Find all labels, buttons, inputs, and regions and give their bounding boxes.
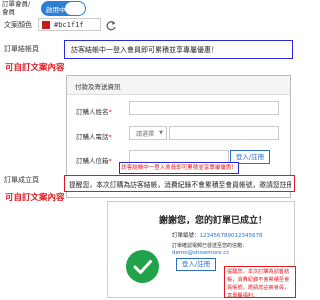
complete-login-register-button[interactable]: 登入/註冊 xyxy=(176,258,216,271)
toggle-knob xyxy=(65,2,85,15)
guest-checkout-notice: 提醒您，本次訂購為訪客結帳，消費紀錄不會累積至會員帳號，邀請您註冊會員，享專屬福… xyxy=(224,266,296,299)
order-checkout-text-field[interactable]: 訪客結帳中一登入會員即可累積並享專屬優惠！ xyxy=(64,40,293,59)
chevron-down-icon: ▼ xyxy=(159,130,163,136)
phone-input[interactable] xyxy=(169,126,279,140)
name-input[interactable] xyxy=(129,101,279,115)
phone-country-select[interactable]: 請選擇 ▼ xyxy=(129,126,167,140)
check-icon xyxy=(126,250,159,283)
email-field-label: 訂購人信箱* xyxy=(76,157,112,165)
customizable-note-1: 可自訂文案內容 xyxy=(5,63,65,73)
customizable-note-2: 可自訂文案內容 xyxy=(5,193,65,203)
text-color-label: 文案顏色 xyxy=(4,21,32,29)
panel-header: 付款及寄送資訊 xyxy=(67,76,290,95)
order-number-line: 訂單編號：123456789012345678 xyxy=(172,233,263,239)
phone-select-value: 請選擇 xyxy=(136,131,155,138)
name-field-label: 訂購人姓名* xyxy=(76,108,112,116)
member-login-label: 訂單會員/ 會員 xyxy=(2,0,31,16)
text-color-value: #bc1f1f xyxy=(54,21,84,29)
thank-you-heading: 謝謝您，您的訂單已成立！ xyxy=(159,216,268,226)
panel-title: 付款及寄送資訊 xyxy=(75,83,121,91)
phone-field-label: 訂購人電話* xyxy=(76,133,112,141)
enable-toggle[interactable]: 啟用中 xyxy=(41,1,86,16)
refresh-icon[interactable] xyxy=(105,17,117,31)
order-checkout-label: 訂單結帳頁 xyxy=(4,45,39,53)
order-complete-text-field[interactable]: 提醒您，本次訂購為訪客結帳，消費紀錄不會累積至會員帳號，邀請您註冊會 xyxy=(64,175,295,192)
confirmation-email[interactable]: demo@showmore.cc xyxy=(172,250,229,256)
color-swatch[interactable] xyxy=(42,21,50,29)
checkout-preview-note: 訪客結帳中一登入會員即可累積並享專屬優惠！ xyxy=(119,162,239,174)
email-sent-line: 訂單確認電郵已發送至您的信箱： xyxy=(172,243,248,249)
order-checkout-text: 訪客結帳中一登入會員即可累積並享專屬優惠！ xyxy=(71,46,218,54)
order-number: 123456789012345678 xyxy=(199,233,263,239)
order-complete-text: 提醒您，本次訂購為訪客結帳，消費紀錄不會累積至會員帳號，邀請您註冊會 xyxy=(69,181,291,189)
order-complete-label: 訂單成立頁 xyxy=(4,176,39,184)
toggle-label: 啟用中 xyxy=(46,6,66,14)
text-color-input[interactable]: #bc1f1f xyxy=(38,18,101,31)
